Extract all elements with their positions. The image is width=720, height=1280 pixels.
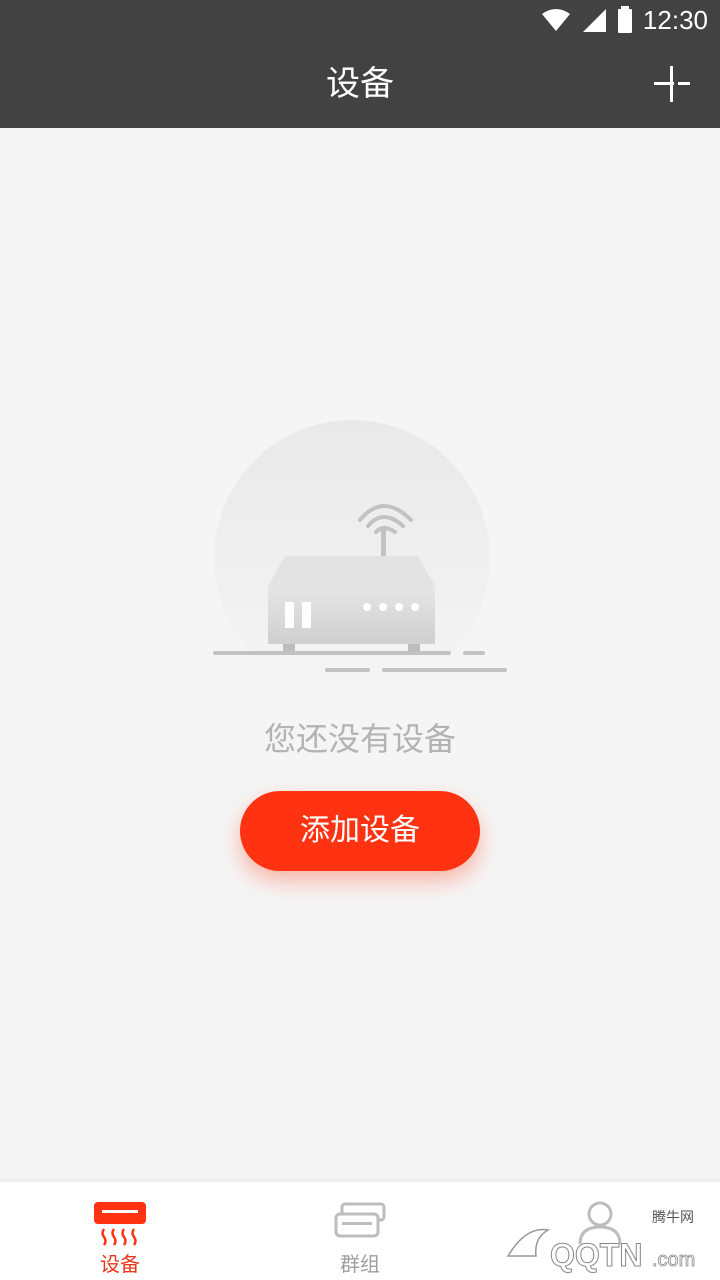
watermark-brand: QQTN <box>550 1237 642 1273</box>
wifi-icon <box>541 9 570 31</box>
watermark-logo: 腾牛网 QQTN .com <box>506 1209 696 1274</box>
tab-devices-label: 设备 <box>100 1252 140 1276</box>
signal-icon <box>582 9 606 32</box>
plus-icon <box>654 66 690 102</box>
page-title: 设备 <box>326 64 394 104</box>
app-bar: 设备 <box>0 40 720 128</box>
main-content: 您还没有设备 添加设备 <box>0 128 720 1182</box>
device-icon <box>94 1202 146 1246</box>
add-button[interactable] <box>648 60 696 108</box>
tab-groups-label: 群组 <box>340 1252 380 1276</box>
tab-devices[interactable]: 设备 <box>0 1182 240 1280</box>
add-device-button[interactable]: 添加设备 <box>240 791 480 871</box>
empty-router-illustration <box>213 420 507 678</box>
empty-state-message: 您还没有设备 <box>263 720 456 758</box>
status-indicators: 12:30 <box>541 4 708 36</box>
tab-groups[interactable]: 群组 <box>240 1182 480 1280</box>
status-time: 12:30 <box>642 4 708 35</box>
status-bar: 12:30 <box>0 0 720 40</box>
group-icon <box>334 1202 386 1238</box>
watermark-label: 腾牛网 <box>652 1209 694 1226</box>
watermark-suffix: .com <box>652 1249 695 1271</box>
battery-icon <box>617 6 632 33</box>
